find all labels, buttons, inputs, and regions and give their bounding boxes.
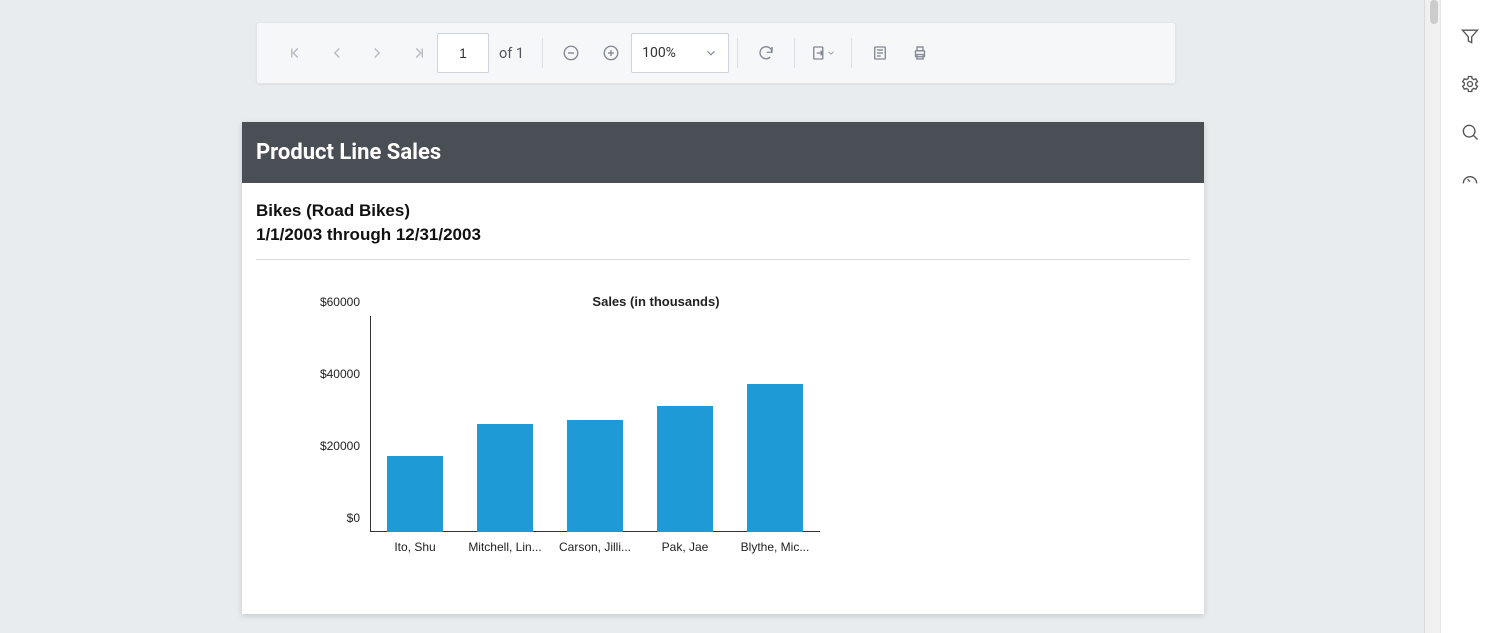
section-divider <box>256 259 1190 260</box>
y-axis-ticks: $0$20000$40000$60000 <box>296 316 366 532</box>
next-page-button[interactable] <box>357 33 397 73</box>
chart-bar <box>657 406 713 532</box>
zoom-out-button[interactable] <box>551 33 591 73</box>
report-body: Bikes (Road Bikes) 1/1/2003 through 12/3… <box>242 183 1204 614</box>
toolbar-divider <box>851 38 852 68</box>
x-tick-label: Ito, Shu <box>373 540 458 554</box>
toolbar-divider <box>542 38 543 68</box>
x-tick-label: Blythe, Mic... <box>733 540 818 554</box>
sales-bar-chart: Sales (in thousands) $0$20000$40000$6000… <box>296 294 1016 584</box>
report-stage: of 1 100% Product Line <box>0 0 1424 633</box>
chart-bar <box>387 456 443 532</box>
page-of-label: of 1 <box>499 45 524 62</box>
report-page: Product Line Sales Bikes (Road Bikes) 1/… <box>242 122 1204 614</box>
side-tool-rail <box>1440 0 1498 633</box>
page-number-input[interactable] <box>437 33 489 73</box>
scrollbar-thumb[interactable] <box>1430 0 1438 24</box>
x-tick-label: Carson, Jilli... <box>553 540 638 554</box>
first-page-button[interactable] <box>277 33 317 73</box>
chart-bar <box>567 420 623 532</box>
report-title: Product Line Sales <box>242 122 1204 183</box>
toolbar-divider <box>794 38 795 68</box>
prev-page-button[interactable] <box>317 33 357 73</box>
x-axis-labels: Ito, Shu Mitchell, Lin... Carson, Jilli...… <box>370 540 820 554</box>
chevron-down-icon <box>826 48 836 58</box>
vertical-scrollbar[interactable] <box>1424 0 1440 633</box>
refresh-button[interactable] <box>746 33 786 73</box>
viewer-toolbar: of 1 100% <box>256 22 1176 84</box>
chart-bars <box>370 316 820 532</box>
report-subtitle: Bikes (Road Bikes) <box>256 201 1190 221</box>
y-tick-label: $60000 <box>320 295 360 309</box>
print-button[interactable] <box>900 33 940 73</box>
page-of-total: 1 <box>516 45 524 62</box>
zoom-label: 100% <box>642 45 704 61</box>
page-setup-button[interactable] <box>860 33 900 73</box>
gear-icon[interactable] <box>1460 74 1480 94</box>
filter-icon[interactable] <box>1460 26 1480 46</box>
report-date-range: 1/1/2003 through 12/31/2003 <box>256 225 1190 245</box>
page-of-prefix: of <box>499 45 512 62</box>
chart-bar <box>747 384 803 532</box>
x-tick-label: Mitchell, Lin... <box>463 540 548 554</box>
y-tick-label: $20000 <box>320 439 360 453</box>
gauge-icon[interactable] <box>1460 170 1480 190</box>
toolbar-divider <box>737 38 738 68</box>
chart-title: Sales (in thousands) <box>296 294 1016 309</box>
chart-plot-area: $0$20000$40000$60000 <box>370 316 820 532</box>
y-tick-label: $0 <box>347 511 360 525</box>
chart-bar <box>477 424 533 532</box>
last-page-button[interactable] <box>397 33 437 73</box>
search-icon[interactable] <box>1460 122 1480 142</box>
zoom-select[interactable]: 100% <box>631 33 729 73</box>
x-tick-label: Pak, Jae <box>643 540 728 554</box>
y-tick-label: $40000 <box>320 367 360 381</box>
zoom-in-button[interactable] <box>591 33 631 73</box>
export-button[interactable] <box>803 33 843 73</box>
chevron-down-icon <box>704 46 718 60</box>
